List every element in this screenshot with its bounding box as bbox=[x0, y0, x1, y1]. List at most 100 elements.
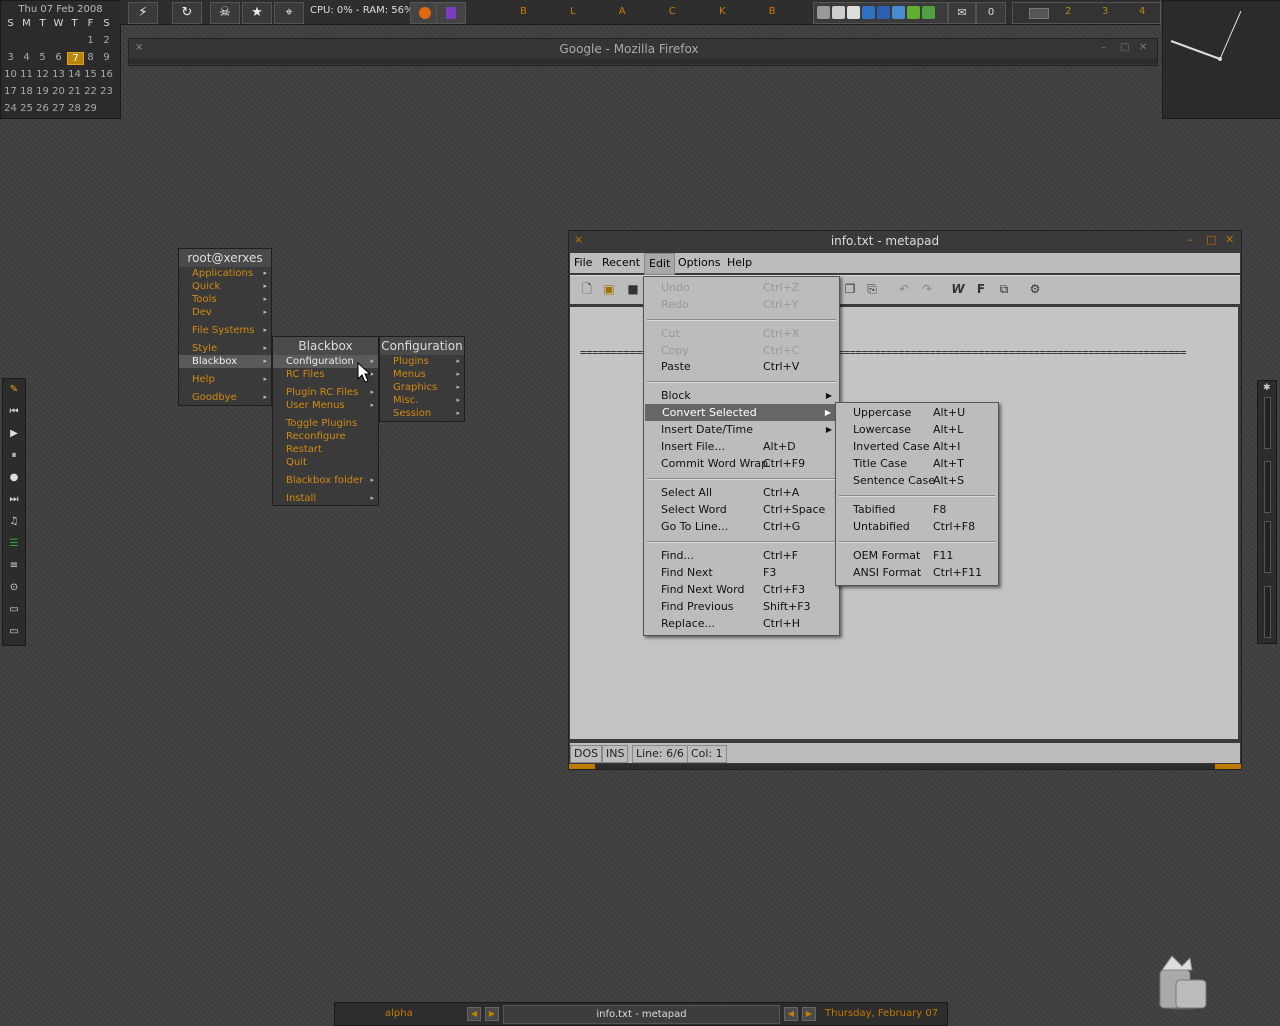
font-icon[interactable]: F bbox=[973, 281, 989, 297]
menu-item-select-all[interactable]: Select All Ctrl+A bbox=[644, 484, 839, 501]
menu-item-plugins[interactable]: Plugins ▸ bbox=[380, 355, 464, 368]
monitor-icon[interactable]: ▭ bbox=[6, 602, 22, 618]
calendar-day[interactable]: 1 bbox=[83, 35, 98, 46]
menu-item-paste[interactable]: Paste Ctrl+V bbox=[644, 358, 839, 375]
volume-icon[interactable] bbox=[892, 6, 905, 19]
menu-item-install[interactable]: Install ▸ bbox=[273, 492, 378, 505]
pause-icon[interactable]: ⏸ bbox=[6, 448, 22, 464]
calendar-day[interactable]: 20 bbox=[51, 86, 66, 97]
calendar-day[interactable]: 4 bbox=[19, 52, 34, 63]
recycle-bin-icon[interactable] bbox=[1152, 952, 1210, 1012]
menu-item-inverted-case[interactable]: Inverted Case Alt+I bbox=[836, 438, 998, 455]
calendar-day[interactable]: 11 bbox=[19, 69, 34, 80]
menu-item-tabified[interactable]: Tabified F8 bbox=[836, 501, 998, 518]
calendar-day[interactable]: 12 bbox=[35, 69, 50, 80]
menu-item-untabified[interactable]: Untabified Ctrl+F8 bbox=[836, 518, 998, 535]
refresh-icon[interactable]: ↻ bbox=[172, 2, 202, 24]
resize-grip-left[interactable] bbox=[569, 764, 595, 769]
next-track-icon[interactable]: ⏭ bbox=[6, 492, 22, 508]
next-task-icon[interactable]: ▶ bbox=[802, 1007, 816, 1021]
notes-icon[interactable] bbox=[436, 2, 466, 24]
window-handle[interactable] bbox=[129, 58, 1157, 64]
bug-icon[interactable] bbox=[832, 6, 845, 19]
on-top-icon[interactable]: ⧉ bbox=[996, 281, 1012, 297]
calendar-day[interactable]: 13 bbox=[51, 69, 66, 80]
task-button-metapad[interactable]: info.txt - metapad bbox=[503, 1005, 780, 1024]
menu-item-find-previous[interactable]: Find Previous Shift+F3 bbox=[644, 598, 839, 615]
prev-workspace-icon[interactable]: ◀ bbox=[467, 1007, 481, 1021]
calendar-day[interactable]: 14 bbox=[67, 69, 82, 80]
save-icon[interactable]: ■ bbox=[625, 281, 641, 297]
menu-item-title-case[interactable]: Title Case Alt+T bbox=[836, 455, 998, 472]
calendar-day-today[interactable]: 7 bbox=[67, 52, 84, 65]
calendar-day[interactable]: 8 bbox=[83, 52, 98, 63]
menu-item-redo[interactable]: Redo Ctrl+Y bbox=[644, 296, 839, 313]
headphones-icon[interactable]: ⊙ bbox=[6, 580, 22, 596]
runner-icon[interactable]: ★ bbox=[242, 2, 272, 24]
calendar-day[interactable]: 17 bbox=[3, 86, 18, 97]
next-workspace-icon[interactable]: ▶ bbox=[485, 1007, 499, 1021]
close-icon[interactable]: ✕ bbox=[1225, 233, 1234, 246]
calendar-day[interactable]: 28 bbox=[67, 103, 82, 114]
music-icon[interactable]: ♫ bbox=[6, 514, 22, 530]
calendar-day[interactable]: 25 bbox=[19, 103, 34, 114]
menu-item-undo[interactable]: Undo Ctrl+Z bbox=[644, 279, 839, 296]
menu-item-applications[interactable]: Applications ▸ bbox=[179, 267, 271, 280]
menu-item-select-word[interactable]: Select Word Ctrl+Space bbox=[644, 501, 839, 518]
bass-slider[interactable] bbox=[1264, 586, 1271, 638]
treble-slider[interactable] bbox=[1264, 521, 1271, 573]
menu-item-graphics[interactable]: Graphics ▸ bbox=[380, 381, 464, 394]
calendar-day[interactable]: 2 bbox=[99, 35, 114, 46]
menu-item-toggle-plugins[interactable]: Toggle Plugins bbox=[273, 417, 378, 430]
menu-item-user-menus[interactable]: User Menus ▸ bbox=[273, 399, 378, 412]
resize-grip-right[interactable] bbox=[1215, 764, 1241, 769]
menu-item-goodbye[interactable]: Goodbye ▸ bbox=[179, 391, 271, 404]
copy-icon[interactable]: ❐ bbox=[842, 281, 858, 297]
menu-item-dev[interactable]: Dev ▸ bbox=[179, 306, 271, 319]
equalizer-icon[interactable]: ≡ bbox=[6, 558, 22, 574]
menu-item-misc[interactable]: Misc. ▸ bbox=[380, 394, 464, 407]
menu-item-find-next[interactable]: Find Next F3 bbox=[644, 564, 839, 581]
menu-item-blackbox-folder[interactable]: Blackbox folder ▸ bbox=[273, 474, 378, 487]
menu-file[interactable]: File bbox=[574, 256, 592, 269]
eraser-icon[interactable] bbox=[847, 6, 860, 19]
skull-icon[interactable]: ☠ bbox=[210, 2, 240, 24]
menu-item-uppercase[interactable]: Uppercase Alt+U bbox=[836, 404, 998, 421]
target-icon[interactable]: ⌖ bbox=[274, 2, 304, 24]
menu-item-tools[interactable]: Tools ▸ bbox=[179, 293, 271, 306]
calendar-day[interactable]: 19 bbox=[35, 86, 50, 97]
menu-item-help[interactable]: Help ▸ bbox=[179, 373, 271, 386]
download-icon[interactable] bbox=[922, 6, 935, 19]
maximize-icon[interactable]: □ bbox=[1206, 233, 1216, 246]
workspace-1[interactable] bbox=[1029, 8, 1049, 19]
menu-item-find-next-word[interactable]: Find Next Word Ctrl+F3 bbox=[644, 581, 839, 598]
paste-icon[interactable]: ⎘ bbox=[864, 281, 880, 297]
calendar-day[interactable]: 22 bbox=[83, 86, 98, 97]
calendar-day[interactable]: 21 bbox=[67, 86, 82, 97]
calendar-day[interactable]: 24 bbox=[3, 103, 18, 114]
calendar-day[interactable]: 15 bbox=[83, 69, 98, 80]
maximize-icon[interactable]: □ bbox=[1120, 42, 1129, 53]
menu-item-file-systems[interactable]: File Systems ▸ bbox=[179, 324, 271, 337]
workspace-2[interactable]: 2 bbox=[1065, 6, 1071, 17]
workspace-3[interactable]: 3 bbox=[1102, 6, 1108, 17]
calendar-day[interactable]: 9 bbox=[99, 52, 114, 63]
pencil-icon[interactable]: ✎ bbox=[6, 382, 22, 398]
minimize-icon[interactable]: – bbox=[1101, 42, 1106, 53]
new-file-icon[interactable]: 🗋 bbox=[579, 281, 595, 297]
open-folder-icon[interactable]: ▣ bbox=[601, 281, 617, 297]
calendar-day[interactable]: 23 bbox=[99, 86, 114, 97]
menu-item-quit[interactable]: Quit bbox=[273, 456, 378, 469]
menu-help[interactable]: Help bbox=[727, 256, 752, 269]
balance-slider[interactable] bbox=[1264, 461, 1271, 513]
undo-icon[interactable]: ↶ bbox=[896, 281, 912, 297]
menu-edit[interactable]: Edit bbox=[644, 253, 676, 275]
menu-item-insert-date-time[interactable]: Insert Date/Time ▶ bbox=[644, 421, 839, 438]
calendar-day[interactable]: 26 bbox=[35, 103, 50, 114]
menu-item-quick[interactable]: Quick ▸ bbox=[179, 280, 271, 293]
menu-item-replace[interactable]: Replace... Ctrl+H bbox=[644, 615, 839, 632]
workspace-4[interactable]: 4 bbox=[1139, 6, 1145, 17]
display-icon[interactable] bbox=[877, 6, 890, 19]
minimize-icon[interactable]: – bbox=[1187, 233, 1193, 246]
menu-item-lowercase[interactable]: Lowercase Alt+L bbox=[836, 421, 998, 438]
